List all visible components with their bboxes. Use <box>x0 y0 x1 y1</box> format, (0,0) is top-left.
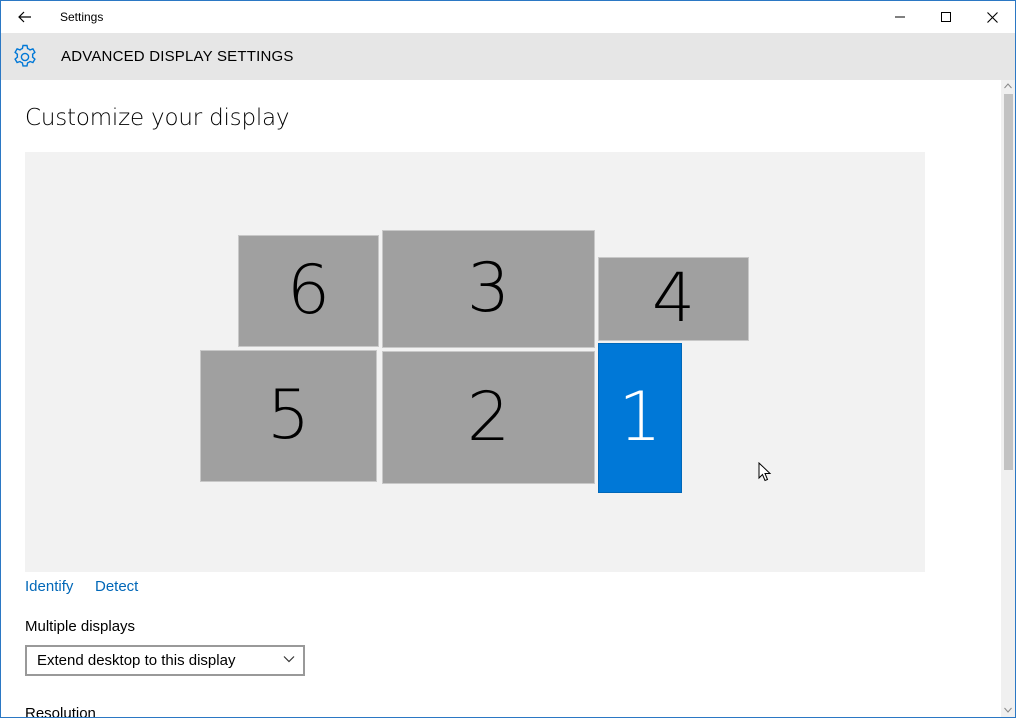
monitor-1[interactable]: 1 <box>598 343 682 493</box>
monitor-2[interactable]: 2 <box>382 351 595 484</box>
monitor-label: 5 <box>266 376 311 455</box>
scroll-down-arrow-icon[interactable] <box>1004 707 1012 713</box>
detect-link[interactable]: Detect <box>95 578 138 595</box>
back-arrow-icon <box>18 11 31 23</box>
monitor-3[interactable]: 3 <box>382 230 595 348</box>
scrollbar-thumb[interactable] <box>1004 94 1013 470</box>
multiple-displays-label: Multiple displays <box>25 618 136 635</box>
monitor-label: 6 <box>286 251 331 330</box>
content-area: Customize your display 6 3 4 5 2 1 Ident… <box>1 80 1001 718</box>
gear-icon <box>14 44 36 67</box>
minimize-button[interactable] <box>877 1 923 33</box>
monitor-label: 1 <box>618 378 662 457</box>
display-arrangement-area[interactable]: 6 3 4 5 2 1 <box>25 152 925 572</box>
close-icon <box>986 11 998 23</box>
vertical-scrollbar[interactable] <box>1001 80 1015 717</box>
monitor-5[interactable]: 5 <box>200 350 377 482</box>
title-bar: Settings <box>1 1 1015 33</box>
window-controls <box>877 1 1015 33</box>
monitor-4[interactable]: 4 <box>598 257 749 341</box>
minimize-icon <box>895 16 905 18</box>
monitor-label: 4 <box>651 259 696 338</box>
back-button[interactable] <box>1 1 49 33</box>
window-title: Settings <box>60 10 104 24</box>
chevron-down-icon <box>283 656 295 663</box>
maximize-button[interactable] <box>923 1 969 33</box>
page-header-title: ADVANCED DISPLAY SETTINGS <box>61 48 294 65</box>
settings-header: ADVANCED DISPLAY SETTINGS <box>1 33 1015 80</box>
scroll-up-arrow-icon[interactable] <box>1004 83 1012 89</box>
dropdown-selected-value: Extend desktop to this display <box>37 652 236 669</box>
resolution-label: Resolution <box>25 705 96 718</box>
identify-link[interactable]: Identify <box>25 578 73 595</box>
settings-window: Settings ADVANCED DISPLAY SETTINGS Custo… <box>0 0 1016 718</box>
close-button[interactable] <box>969 1 1015 33</box>
monitor-label: 3 <box>466 249 511 328</box>
page-title: Customize your display <box>25 105 290 131</box>
multiple-displays-dropdown[interactable]: Extend desktop to this display <box>25 645 305 676</box>
monitor-label: 2 <box>466 377 511 457</box>
monitor-6[interactable]: 6 <box>238 235 379 347</box>
maximize-icon <box>941 12 951 22</box>
